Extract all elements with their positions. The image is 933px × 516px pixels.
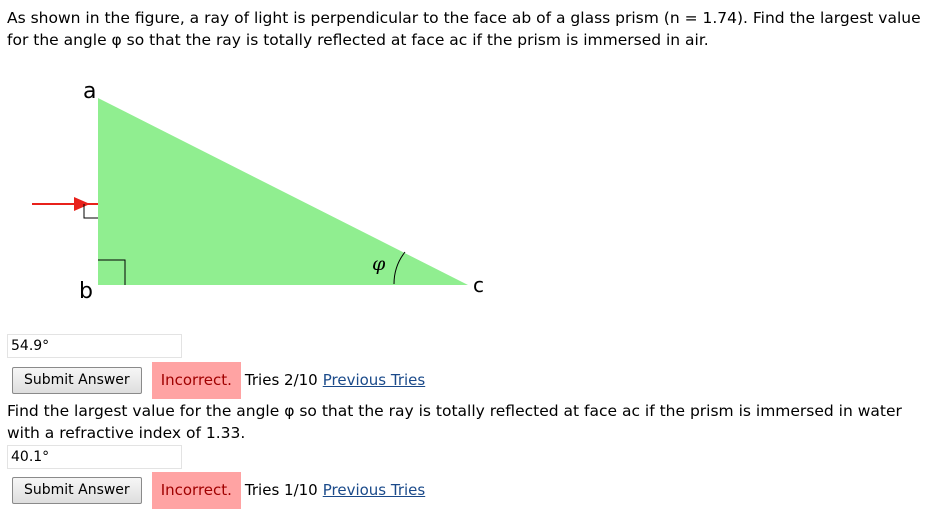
answer-2-input[interactable] [7, 445, 182, 469]
prism-figure: a b c φ [32, 79, 484, 304]
problem-page: As shown in the figure, a ray of light i… [0, 0, 933, 516]
answer-1-tries-count: Tries 2/10 [244, 371, 318, 389]
answer-2-previous-tries-link[interactable]: Previous Tries [323, 481, 426, 499]
vertex-b-label: b [79, 279, 93, 304]
answer-1-status-badge: Incorrect. [151, 361, 241, 399]
vertex-c-label: c [473, 273, 484, 297]
answer-1-previous-tries-link[interactable]: Previous Tries [323, 371, 426, 389]
ray-arrowhead [74, 197, 90, 211]
perpendicular-marker [83, 204, 98, 219]
submit-answer-1-button[interactable]: Submit Answer [12, 366, 142, 394]
question-1-text: As shown in the figure, a ray of light i… [7, 9, 921, 49]
answer-1-input[interactable] [7, 334, 182, 358]
answer-1-controls: Submit Answer Incorrect. Tries 2/10 Prev… [12, 361, 425, 399]
glass-prism [98, 98, 468, 285]
submit-answer-2-button[interactable]: Submit Answer [12, 476, 142, 504]
angle-phi-label: φ [372, 253, 386, 275]
answer-2-tries-count: Tries 1/10 [244, 481, 318, 499]
question-2-text: Find the largest value for the angle φ s… [7, 402, 902, 442]
answer-2-status-badge: Incorrect. [151, 471, 241, 509]
vertex-a-label: a [83, 79, 96, 104]
answer-2-controls: Submit Answer Incorrect. Tries 1/10 Prev… [12, 471, 425, 509]
